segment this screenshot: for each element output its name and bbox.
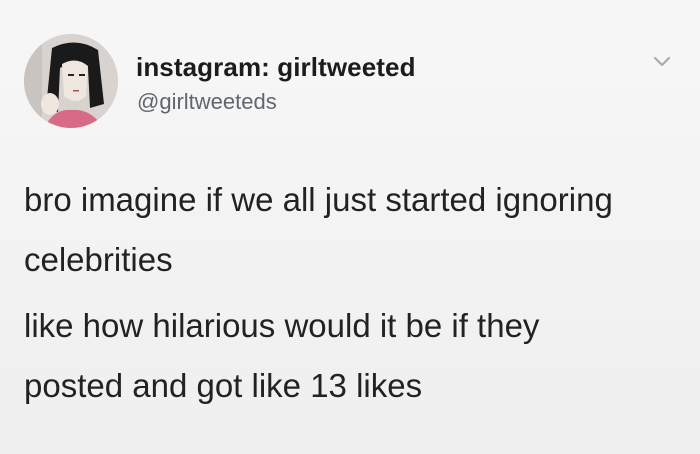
tweet-text-line: posted and got like 13 likes — [24, 367, 423, 404]
avatar[interactable] — [24, 34, 118, 128]
user-handle[interactable]: @girltweeteds — [137, 89, 277, 115]
cartoon-girl-avatar-icon — [24, 34, 118, 128]
tweet-card: instagram: girltweeted @girltweeteds bro… — [0, 0, 700, 454]
tweet-paragraph: bro imagine if we all just started ignor… — [24, 170, 613, 290]
tweet-paragraph: like how hilarious would it be if they p… — [24, 296, 539, 416]
tweet-text-line: like how hilarious would it be if they — [24, 307, 540, 344]
tweet-text-line: bro imagine if we all just started ignor… — [24, 181, 613, 218]
display-name[interactable]: instagram: girltweeted — [136, 52, 416, 83]
tweet-text-line: celebrities — [24, 241, 173, 278]
chevron-down-icon[interactable] — [652, 54, 672, 70]
